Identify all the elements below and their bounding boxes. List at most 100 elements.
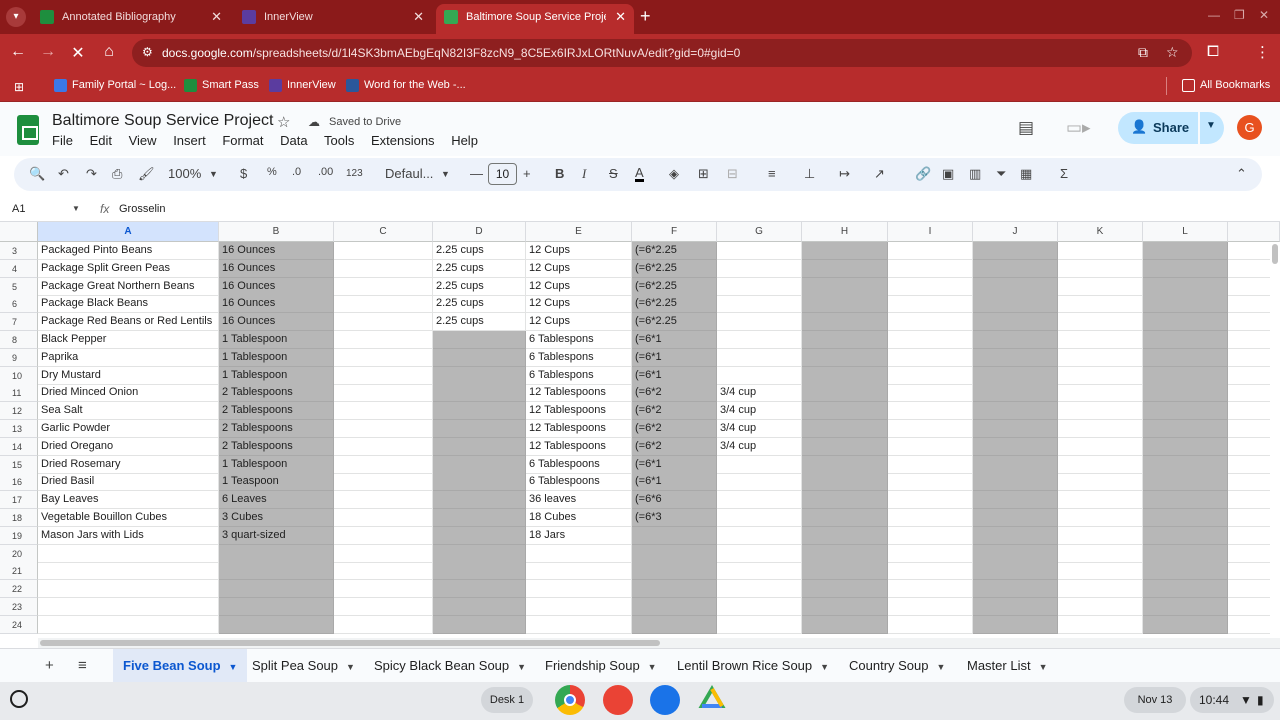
- zoom-select[interactable]: 100%: [168, 166, 201, 181]
- cell-h17[interactable]: [802, 491, 888, 510]
- cell-l11[interactable]: [1143, 384, 1228, 403]
- cell-l4[interactable]: [1143, 259, 1228, 278]
- classroom-icon[interactable]: [650, 685, 680, 715]
- menu-edit[interactable]: Edit: [90, 133, 112, 148]
- browser-tab-annotated-bibliography[interactable]: Annotated Bibliography ✕: [32, 4, 230, 34]
- cell-h11[interactable]: [802, 384, 888, 403]
- cell-k14[interactable]: [1058, 437, 1143, 456]
- cell-b11[interactable]: 2 Tablespoons: [219, 384, 334, 403]
- cell-c14[interactable]: [334, 437, 433, 456]
- cell-h3[interactable]: [802, 242, 888, 260]
- cell-g23[interactable]: [717, 598, 802, 616]
- cell-d12[interactable]: [433, 402, 526, 421]
- cell-e14[interactable]: 12 Tablespoons: [526, 437, 632, 456]
- cell-f17[interactable]: (=6*6: [632, 491, 717, 510]
- cell-a21[interactable]: [38, 562, 219, 581]
- apps-grid-icon[interactable]: ⊞: [14, 80, 24, 94]
- more-formats-button[interactable]: 123: [346, 168, 363, 179]
- cell-c10[interactable]: [334, 366, 433, 385]
- row-header[interactable]: 7: [0, 313, 38, 332]
- bookmark-family-portal[interactable]: Family Portal ~ Log...: [54, 79, 176, 92]
- cell-i11[interactable]: [888, 384, 973, 403]
- cell-l18[interactable]: [1143, 509, 1228, 527]
- chrome-icon[interactable]: [555, 685, 585, 715]
- add-sheet-icon[interactable]: +: [45, 657, 54, 674]
- cell-c17[interactable]: [334, 491, 433, 510]
- cell-i12[interactable]: [888, 402, 973, 421]
- row-header[interactable]: 20: [0, 544, 38, 563]
- cell-d16[interactable]: [433, 473, 526, 492]
- cell-d24[interactable]: [433, 615, 526, 634]
- cell-i6[interactable]: [888, 295, 973, 314]
- cell-e20[interactable]: [526, 544, 632, 563]
- collapse-toolbar-icon[interactable]: ⌃: [1236, 166, 1247, 182]
- cell-h13[interactable]: [802, 420, 888, 438]
- scroll-thumb[interactable]: [1272, 244, 1278, 264]
- cell-b16[interactable]: 1 Teaspoon: [219, 473, 334, 492]
- close-tab-icon[interactable]: ✕: [211, 4, 222, 30]
- row-header[interactable]: 12: [0, 402, 38, 421]
- cell-c12[interactable]: [334, 402, 433, 421]
- row-header[interactable]: 19: [0, 526, 38, 545]
- cell-a17[interactable]: Bay Leaves: [38, 491, 219, 510]
- cell-j7[interactable]: [973, 313, 1058, 332]
- row-header[interactable]: 3: [0, 242, 38, 260]
- cell-j16[interactable]: [973, 473, 1058, 492]
- increase-decimal-button[interactable]: .00: [318, 166, 333, 178]
- cell-i18[interactable]: [888, 509, 973, 527]
- close-tab-icon[interactable]: ✕: [413, 4, 424, 30]
- cell-j12[interactable]: [973, 402, 1058, 421]
- cell-g10[interactable]: [717, 366, 802, 385]
- cell-k22[interactable]: [1058, 580, 1143, 599]
- cell-j19[interactable]: [973, 526, 1058, 545]
- sheet-tab[interactable]: Spicy Black Bean Soup ▼: [364, 649, 536, 682]
- cell-a5[interactable]: Package Great Northern Beans: [38, 277, 219, 296]
- document-title[interactable]: Baltimore Soup Service Project: [52, 112, 273, 130]
- cell-f3[interactable]: (=6*2.25: [632, 242, 717, 260]
- cell-e10[interactable]: 6 Tablespons: [526, 366, 632, 385]
- cell-k4[interactable]: [1058, 259, 1143, 278]
- spreadsheet-grid[interactable]: A B C D E F G H I J K L 3 Packaged Pinto Beans 16 Ounc…: [0, 222, 1280, 640]
- column-header-a[interactable]: A: [38, 222, 219, 242]
- cell-l17[interactable]: [1143, 491, 1228, 510]
- cell-l13[interactable]: [1143, 420, 1228, 438]
- column-header-k[interactable]: K: [1058, 222, 1143, 242]
- cell-e18[interactable]: 18 Cubes: [526, 509, 632, 527]
- home-icon[interactable]: ⌂: [99, 43, 119, 61]
- cell-e13[interactable]: 12 Tablespoons: [526, 420, 632, 438]
- avatar[interactable]: G: [1237, 115, 1262, 140]
- cell-l14[interactable]: [1143, 437, 1228, 456]
- cell-e23[interactable]: [526, 598, 632, 616]
- launcher-icon[interactable]: [10, 690, 28, 708]
- cell-h4[interactable]: [802, 259, 888, 278]
- print-icon[interactable]: ⎙: [112, 166, 122, 182]
- cell-d4[interactable]: 2.25 cups: [433, 259, 526, 278]
- cell-g19[interactable]: [717, 526, 802, 545]
- cell-a10[interactable]: Dry Mustard: [38, 366, 219, 385]
- cell-i23[interactable]: [888, 598, 973, 616]
- cell-i3[interactable]: [888, 242, 973, 260]
- cell-f18[interactable]: (=6*3: [632, 509, 717, 527]
- row-header[interactable]: 9: [0, 348, 38, 367]
- cell-a9[interactable]: Paprika: [38, 348, 219, 367]
- row-header[interactable]: 5: [0, 277, 38, 296]
- cell-h5[interactable]: [802, 277, 888, 296]
- column-header-c[interactable]: C: [334, 222, 433, 242]
- close-window-icon[interactable]: ✕: [1259, 8, 1269, 22]
- merge-cells-icon[interactable]: ⊟: [727, 166, 738, 182]
- cell-f24[interactable]: [632, 615, 717, 634]
- search-icon[interactable]: 🔍: [29, 166, 45, 182]
- cell-f11[interactable]: (=6*2: [632, 384, 717, 403]
- sheet-tab[interactable]: Master List ▼: [957, 649, 1058, 682]
- cell-b8[interactable]: 1 Tablespoon: [219, 331, 334, 349]
- font-size-input[interactable]: 10: [488, 163, 517, 185]
- sheet-tab[interactable]: Split Pea Soup ▼: [242, 649, 365, 682]
- column-header-j[interactable]: J: [973, 222, 1058, 242]
- cell-a19[interactable]: Mason Jars with Lids: [38, 526, 219, 545]
- cell-d14[interactable]: [433, 437, 526, 456]
- cell-a4[interactable]: Package Split Green Peas: [38, 259, 219, 278]
- star-icon[interactable]: ☆: [277, 113, 290, 131]
- cell-a7[interactable]: Package Red Beans or Red Lentils: [38, 313, 219, 332]
- sheet-tab[interactable]: Friendship Soup ▼: [535, 649, 667, 682]
- cell-b18[interactable]: 3 Cubes: [219, 509, 334, 527]
